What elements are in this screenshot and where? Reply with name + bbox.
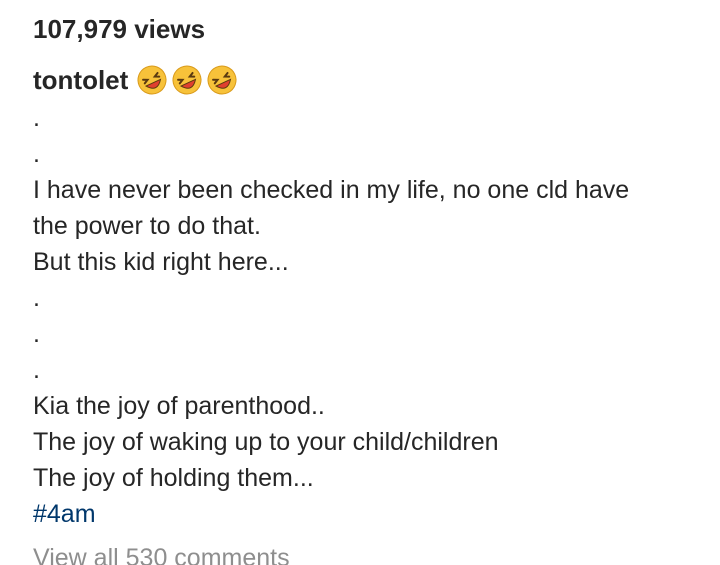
rolling-on-floor-laughing-icon xyxy=(172,65,202,95)
emoji-group xyxy=(136,64,241,96)
hashtag-link[interactable]: #4am xyxy=(33,496,96,532)
caption-line: the power to do that. xyxy=(33,212,261,240)
caption-line: . xyxy=(33,284,40,312)
rolling-on-floor-laughing-icon xyxy=(207,65,237,95)
caption-line: Kia the joy of parenthood.. xyxy=(33,392,325,420)
post-caption-panel: 107,979 views tontolet . . I have never … xyxy=(0,0,720,565)
caption-line: The joy of waking up to your child/child… xyxy=(33,428,499,456)
caption-line: The joy of holding them... xyxy=(33,464,314,492)
view-all-comments-link[interactable]: View all 530 comments xyxy=(33,540,290,565)
rolling-on-floor-laughing-icon xyxy=(137,65,167,95)
caption-text: . . I have never been checked in my life… xyxy=(33,100,703,532)
caption-line: . xyxy=(33,140,40,168)
view-count[interactable]: 107,979 views xyxy=(33,14,205,45)
caption-line: I have never been checked in my life, no… xyxy=(33,176,630,204)
username-link[interactable]: tontolet xyxy=(33,65,128,96)
caption-line: But this kid right here... xyxy=(33,248,289,276)
caption-line: . xyxy=(33,356,40,384)
caption-line: . xyxy=(33,320,40,348)
caption-line: . xyxy=(33,104,40,132)
caption-header: tontolet xyxy=(33,64,241,96)
